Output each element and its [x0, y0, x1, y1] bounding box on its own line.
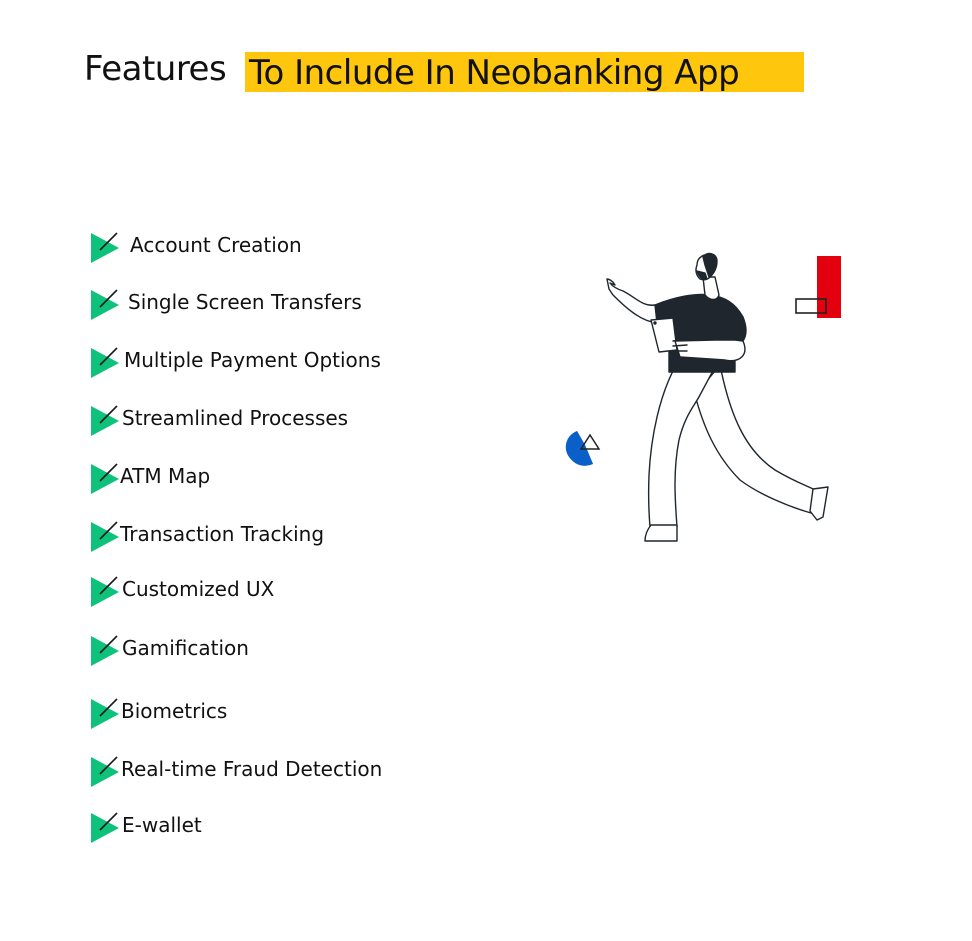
check-bullet-icon [91, 521, 119, 552]
check-bullet-icon [91, 635, 119, 666]
check-bullet-icon [91, 463, 119, 494]
red-bar-shape [817, 256, 841, 318]
feature-label: E-wallet [122, 813, 202, 837]
title-highlighted-text: To Include In Neobanking App [245, 52, 804, 93]
feature-label: ATM Map [120, 464, 211, 488]
check-bullet-icon [91, 347, 119, 378]
feature-label: Customized UX [122, 577, 275, 601]
feature-label: Multiple Payment Options [124, 348, 381, 372]
feature-label: Transaction Tracking [120, 522, 325, 546]
check-bullet-icon [91, 756, 119, 787]
title-plain-text: Features [84, 49, 227, 89]
feature-label: Real-time Fraud Detection [121, 757, 383, 781]
feature-label: Streamlined Processes [122, 406, 349, 430]
walking-man-illustration [565, 252, 841, 542]
feature-label: Single Screen Transfers [128, 290, 362, 314]
feature-label: Account Creation [130, 233, 302, 257]
feature-label: Gamification [122, 636, 249, 660]
check-bullet-icon [91, 576, 119, 607]
check-bullet-icon [91, 289, 119, 320]
man-figure [606, 252, 829, 542]
check-bullet-icon [91, 812, 119, 843]
feature-label: Biometrics [121, 699, 228, 723]
check-bullet-icon [91, 698, 119, 729]
check-bullet-icon [91, 405, 119, 436]
check-bullet-icon [91, 232, 119, 263]
